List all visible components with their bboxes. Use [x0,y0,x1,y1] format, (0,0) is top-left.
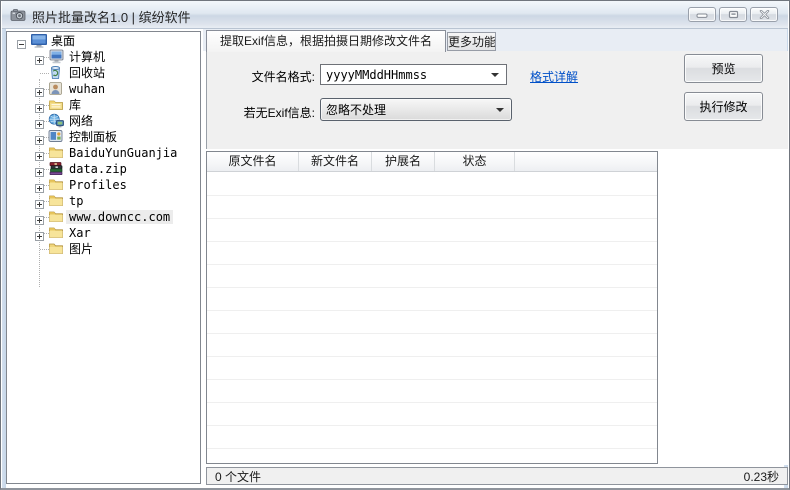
tree-item-13[interactable]: 图片 [7,241,200,257]
app-window: 照片批量改名1.0 | 缤纷软件 桌面计算机回收站 wuhan 库网络控制面板 Bai… [0,0,790,490]
computer-icon [48,49,65,64]
user-folder-icon [48,81,65,96]
window-controls [688,7,778,22]
tree-item-9[interactable]: Profiles [7,177,200,193]
folder-icon [48,225,65,240]
collapse-expander-icon[interactable] [17,36,26,45]
tree-item-7[interactable]: BaiduYunGuanjia [7,145,200,161]
column-header-3[interactable]: 状态 [435,152,515,171]
folder-icon [48,193,65,208]
close-button[interactable] [750,7,778,22]
execute-rename-button[interactable]: 执行修改 [684,92,763,121]
tree-item-label[interactable]: 库 [66,98,84,112]
tree-item-label[interactable]: Profiles [66,178,130,192]
titlebar[interactable]: 照片批量改名1.0 | 缤纷软件 [2,1,788,29]
file-table-header: 原文件名新文件名护展名状态 [207,152,657,172]
tree-item-label[interactable]: 计算机 [66,50,108,64]
tree-item-label[interactable]: 控制面板 [66,130,120,144]
expand-expander-icon[interactable] [35,180,44,189]
maximize-button[interactable] [719,7,747,22]
file-table-body[interactable] [207,173,657,463]
tree-item-5[interactable]: 网络 [7,113,200,129]
folder-tree: 桌面计算机回收站 wuhan 库网络控制面板 BaiduYunGuanjia data.… [6,31,201,484]
preview-button[interactable]: 预览 [684,54,763,83]
expand-expander-icon[interactable] [35,196,44,205]
expand-expander-icon[interactable] [35,132,44,141]
column-header-2[interactable]: 护展名 [372,152,435,171]
no-exif-value: 忽略不处理 [321,101,496,118]
expand-expander-icon[interactable] [35,148,44,157]
expand-expander-icon[interactable] [35,212,44,221]
tree-item-3[interactable]: wuhan [7,81,200,97]
tree-item-label[interactable]: 网络 [66,114,96,128]
recycle-bin-icon [48,65,65,80]
status-bar: 0 个文件 0.23秒 [206,467,788,485]
tab-more-functions[interactable]: 更多功能 [447,32,496,51]
tab-exif-rename[interactable]: 提取Exif信息，根据拍摄日期修改文件名 [206,30,446,52]
network-icon [48,113,65,128]
filename-format-value: yyyyMMddHHmmss [321,68,491,82]
folder-icon [48,177,65,192]
tree-item-1[interactable]: 计算机 [7,49,200,65]
close-icon [759,6,770,24]
tree-item-11[interactable]: www.downcc.com [7,209,200,225]
tree-item-label[interactable]: tp [66,194,86,208]
libraries-icon [48,97,65,112]
expand-expander-icon[interactable] [35,228,44,237]
no-exif-label: 若无Exif信息: [213,104,315,121]
filename-format-label: 文件名格式: [213,68,315,85]
column-header-filler [515,152,657,171]
expand-expander-icon[interactable] [35,116,44,125]
tree-item-label[interactable]: 回收站 [66,66,108,80]
tree-item-6[interactable]: 控制面板 [7,129,200,145]
pictures-icon [48,241,65,256]
folder-icon [48,145,65,160]
tree-item-label[interactable]: 桌面 [48,34,78,48]
column-header-0[interactable]: 原文件名 [207,152,299,171]
archive-icon [48,161,65,176]
expand-expander-icon[interactable] [35,84,44,93]
tree-item-label[interactable]: www.downcc.com [66,210,173,224]
tree-item-label[interactable]: BaiduYunGuanjia [66,146,180,160]
column-header-1[interactable]: 新文件名 [299,152,372,171]
tree-item-10[interactable]: tp [7,193,200,209]
expand-expander-icon[interactable] [35,52,44,61]
tree-item-4[interactable]: 库 [7,97,200,113]
elapsed-time-status: 0.23秒 [744,468,779,485]
file-table: 原文件名新文件名护展名状态 [206,151,658,464]
file-count-status: 0 个文件 [215,468,261,485]
tree-item-8[interactable]: data.zip [7,161,200,177]
minimize-button[interactable] [688,7,716,22]
folder-icon [48,209,65,224]
tree-item-label[interactable]: data.zip [66,162,130,176]
tree-item-0[interactable]: 桌面 [7,33,200,49]
window-title: 照片批量改名1.0 | 缤纷软件 [32,7,191,26]
format-help-link[interactable]: 格式详解 [530,68,578,85]
no-exif-dropdown[interactable]: 忽略不处理 [320,98,512,121]
tree-item-label[interactable]: wuhan [66,82,108,96]
chevron-down-icon [491,73,499,77]
tree-item-12[interactable]: Xar [7,225,200,241]
filename-format-combobox[interactable]: yyyyMMddHHmmss [320,64,507,85]
control-panel-icon [48,129,65,144]
tree-item-label[interactable]: Xar [66,226,94,240]
chevron-down-icon [496,108,504,112]
expand-expander-icon[interactable] [35,164,44,173]
exif-settings-panel: 文件名格式: yyyyMMddHHmmss 格式详解 若无Exif信息: 忽略不… [206,51,788,149]
expand-expander-icon[interactable] [35,100,44,109]
tree-item-label[interactable]: 图片 [66,242,96,256]
desktop-icon [30,33,47,48]
tree-item-2[interactable]: 回收站 [7,65,200,81]
minimize-icon [696,6,708,24]
camera-icon [10,7,26,23]
maximize-icon [728,6,739,24]
